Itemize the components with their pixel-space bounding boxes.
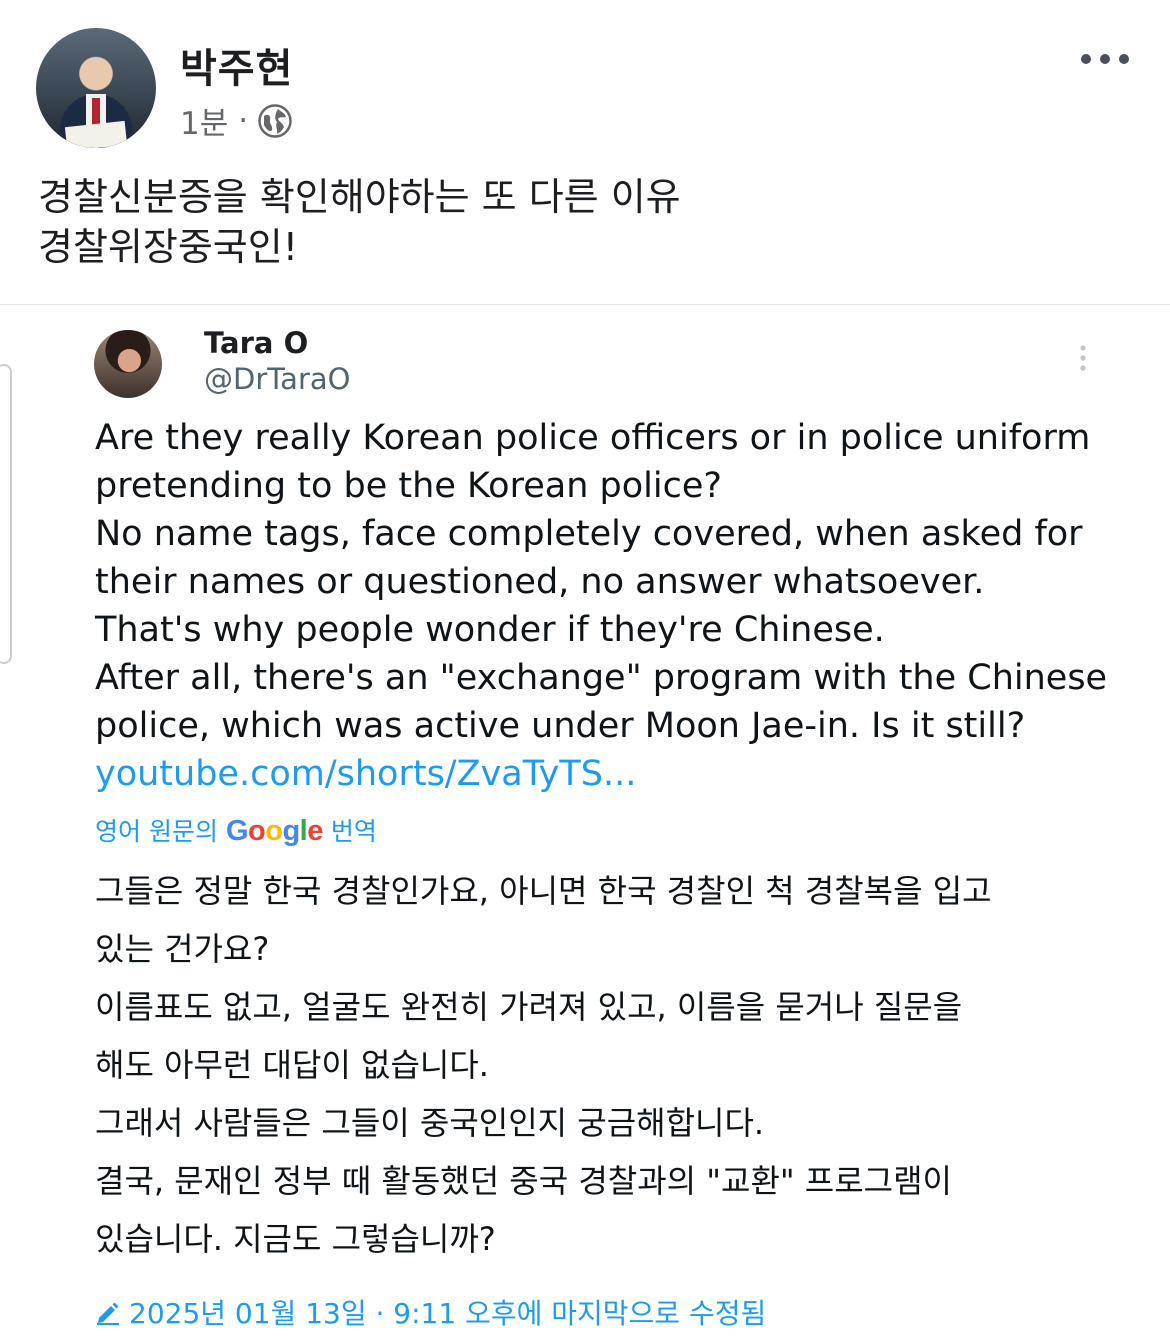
google-translate-attribution[interactable]: 영어 원문의 Google 번역: [95, 812, 377, 848]
more-vertical-icon[interactable]: [1076, 344, 1090, 372]
edited-timestamp[interactable]: 2025년 01월 13일 · 9:11 오후에 마지막으로 수정됨: [95, 1292, 766, 1332]
translated-line: 그래서 사람들은 그들이 중국인인지 궁금해합니다.: [95, 1104, 765, 1142]
translated-line: 있습니다. 지금도 그렇습니까?: [95, 1220, 496, 1258]
globe-icon[interactable]: [258, 103, 292, 138]
tweet-text-line: their names or questioned, no answer wha…: [95, 562, 985, 602]
translate-suffix: 번역: [330, 817, 377, 846]
tweet-author-name[interactable]: Tara O: [204, 326, 308, 360]
divider: [0, 304, 1170, 305]
more-horizontal-icon[interactable]: [1078, 48, 1132, 70]
avatar-tie: [92, 98, 100, 126]
google-logo-letter: e: [307, 815, 323, 847]
google-logo-letter: g: [282, 815, 300, 847]
author-name[interactable]: 박주현: [180, 36, 293, 94]
translated-line: 이름표도 없고, 얼굴도 완전히 가려져 있고, 이름을 묻거나 질문을: [95, 988, 963, 1026]
pencil-icon: [97, 1302, 119, 1325]
tweet-text-line: No name tags, face completely covered, w…: [95, 514, 1083, 554]
scroll-handle[interactable]: [0, 364, 12, 664]
translated-line: 있는 건가요?: [95, 930, 270, 968]
post-text-line: 경찰위장중국인!: [38, 225, 298, 269]
translate-prefix: 영어 원문의: [95, 817, 218, 846]
tweet-text-line: That's why people wonder if they're Chin…: [95, 610, 885, 650]
google-logo-letter: o: [265, 815, 283, 847]
tweet-text: Are they really Korean police officers o…: [95, 414, 1108, 750]
translated-line: 해도 아무런 대답이 없습니다.: [95, 1046, 489, 1084]
tweet-text-line: pretending to be the Korean police?: [95, 466, 722, 506]
post-time[interactable]: 1분: [180, 98, 228, 143]
tweet-author-handle[interactable]: @DrTaraO: [204, 362, 350, 396]
post-text-line: 경찰신분증을 확인해야하는 또 다른 이유: [38, 175, 681, 219]
post-header: 박주현 1분 ·: [0, 0, 1170, 160]
google-logo-letter: G: [225, 815, 249, 847]
translated-line: 그들은 정말 한국 경찰인가요, 아니면 한국 경찰인 척 경찰복을 입고: [95, 872, 992, 910]
author-avatar[interactable]: [36, 28, 156, 148]
post-text: 경찰신분증을 확인해야하는 또 다른 이유 경찰위장중국인!: [38, 172, 681, 272]
translated-line: 결국, 문재인 정부 때 활동했던 중국 경찰과의 "교환" 프로그램이: [95, 1162, 952, 1200]
google-logo-letter: o: [248, 815, 266, 847]
tweet-text-line: police, which was active under Moon Jae-…: [95, 706, 1026, 746]
tweet-text-line: After all, there's an "exchange" program…: [95, 658, 1108, 698]
tweet-text-line: Are they really Korean police officers o…: [95, 418, 1091, 458]
post-meta: 1분 ·: [180, 98, 292, 143]
meta-separator: ·: [238, 102, 249, 139]
edited-text: 2025년 01월 13일 · 9:11 오후에 마지막으로 수정됨: [129, 1297, 767, 1330]
google-logo: Google: [226, 815, 323, 848]
tweet-author-avatar[interactable]: [94, 330, 162, 398]
tweet-link[interactable]: youtube.com/shorts/ZvaTyTS...: [95, 750, 636, 798]
translated-text: 그들은 정말 한국 경찰인가요, 아니면 한국 경찰인 척 경찰복을 입고 있는…: [95, 862, 992, 1268]
